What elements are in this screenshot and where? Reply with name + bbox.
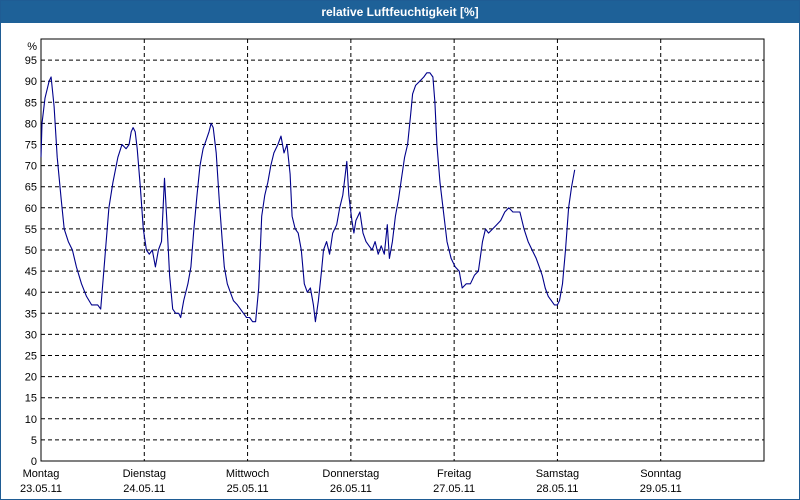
x-tick-weekday: Samstag bbox=[536, 468, 579, 480]
y-tick-label: 75 bbox=[25, 140, 37, 152]
chart-window: relative Luftfeuchtigkeit [%] 0 5 10 15 20 25… bbox=[0, 0, 800, 500]
x-tick-date: 24.05.11 bbox=[123, 483, 165, 495]
x-tick-date: 26.05.11 bbox=[330, 483, 372, 495]
x-tick-date: 25.05.11 bbox=[227, 483, 269, 495]
x-tick-weekday: Freitag bbox=[437, 468, 471, 480]
y-tick-label: 0 bbox=[31, 456, 37, 468]
y-tick-label: 40 bbox=[25, 287, 37, 299]
y-tick-label: 35 bbox=[25, 308, 37, 320]
x-tick-weekday: Sonntag bbox=[640, 468, 681, 480]
y-tick-label: 45 bbox=[25, 266, 37, 278]
humidity-series-line bbox=[40, 72, 576, 323]
y-tick-label: 5 bbox=[31, 435, 37, 447]
y-tick-label: 90 bbox=[25, 76, 37, 88]
x-tick-weekday: Donnerstag bbox=[322, 468, 379, 480]
y-tick-label: 20 bbox=[25, 372, 37, 384]
y-axis-label: % bbox=[27, 41, 37, 53]
y-tick-label: 85 bbox=[25, 97, 37, 109]
y-tick-label: 30 bbox=[25, 329, 37, 341]
x-tick-date: 23.05.11 bbox=[20, 483, 62, 495]
y-tick-label: 50 bbox=[25, 245, 37, 257]
y-tick-label: 70 bbox=[25, 161, 37, 173]
y-tick-label: 60 bbox=[25, 203, 37, 215]
y-tick-label: 25 bbox=[25, 351, 37, 363]
humidity-chart: 0 5 10 15 20 25 30 35 40 45 50 55 60 65 70 75 80 85 90 95% M… bbox=[20, 38, 765, 495]
x-tick-date: 28.05.11 bbox=[536, 483, 578, 495]
y-tick-label: 80 bbox=[25, 118, 37, 130]
y-tick-label: 15 bbox=[25, 393, 37, 405]
y-tick-label: 10 bbox=[25, 414, 37, 426]
x-tick-date: 27.05.11 bbox=[433, 483, 475, 495]
y-tick-label: 95 bbox=[25, 55, 37, 67]
x-tick-weekday: Mittwoch bbox=[226, 468, 269, 480]
x-tick-weekday: Dienstag bbox=[123, 468, 166, 480]
y-tick-label: 55 bbox=[25, 224, 37, 236]
y-tick-label: 65 bbox=[25, 182, 37, 194]
x-tick-date: 29.05.11 bbox=[640, 483, 682, 495]
x-tick-weekday: Montag bbox=[23, 468, 60, 480]
